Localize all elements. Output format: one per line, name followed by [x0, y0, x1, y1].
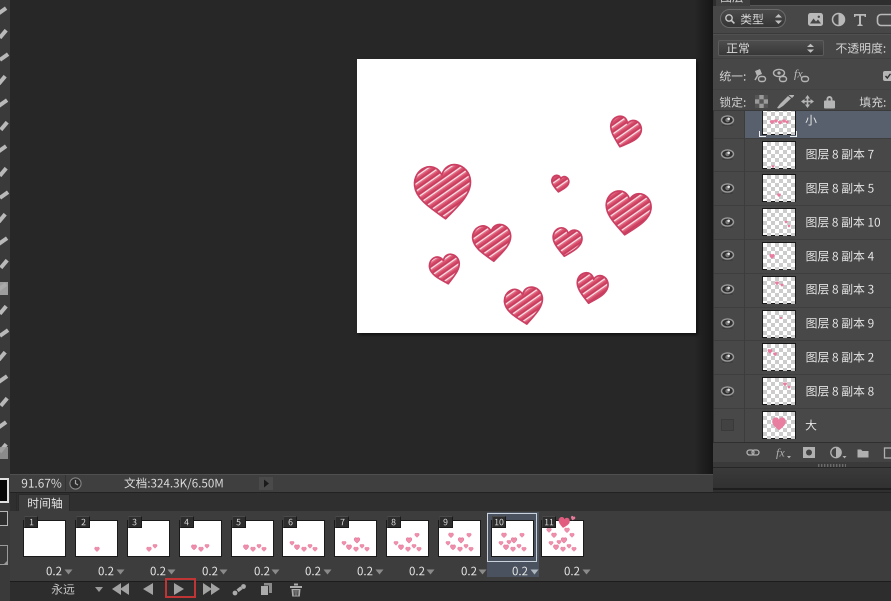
svg-text:fx: fx [776, 446, 785, 459]
